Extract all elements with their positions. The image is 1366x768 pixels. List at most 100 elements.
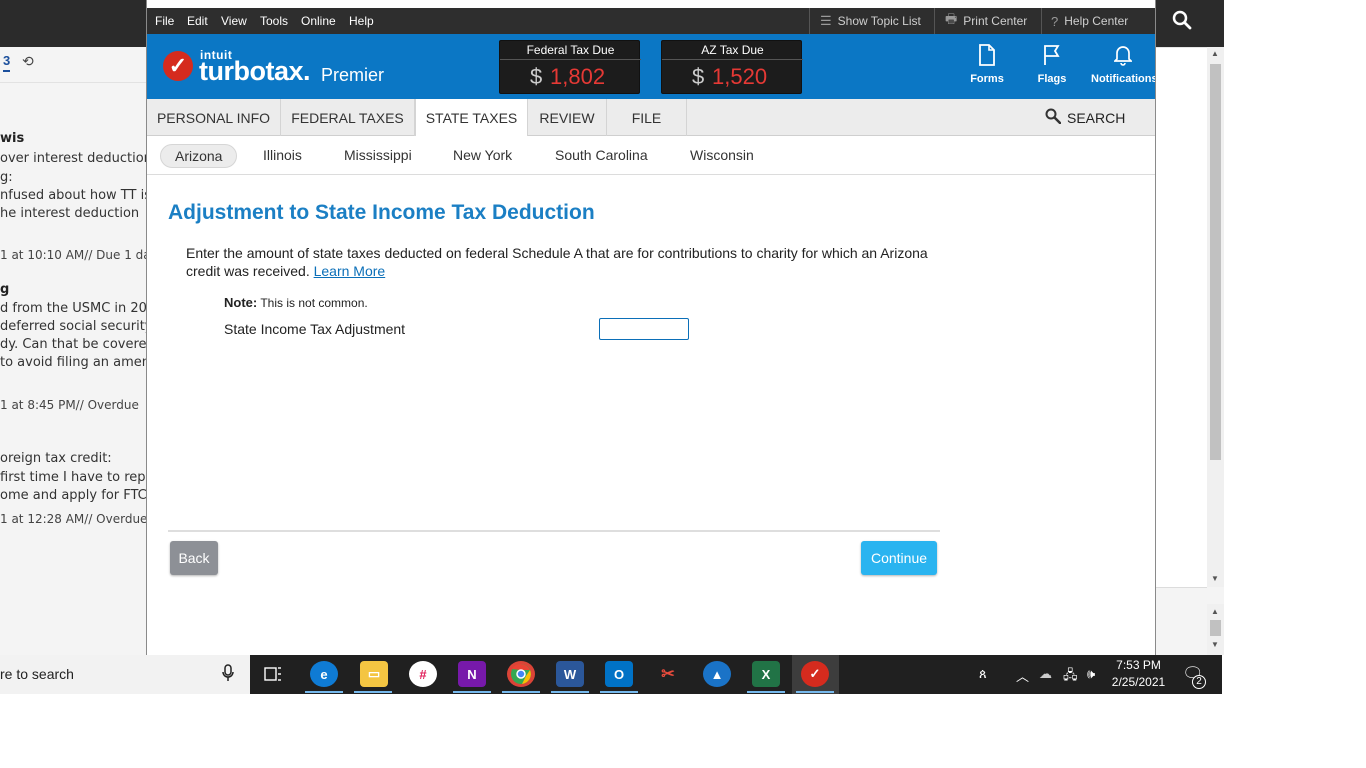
search-icon	[1045, 108, 1062, 127]
scroll-down-icon[interactable]: ▼	[1211, 640, 1219, 649]
volume-icon[interactable]: 🕪	[1087, 666, 1095, 682]
scroll-up-icon[interactable]: ▲	[1211, 607, 1219, 616]
note-label: Note:	[224, 295, 258, 310]
scroll-thumb[interactable]	[1210, 64, 1221, 460]
taskbar: re to search e ▭ # N W O ✂ ▲ X ✓ ጰ ︿ ☁ 🖧…	[0, 655, 1222, 694]
snip-icon[interactable]: ✂	[654, 661, 682, 687]
background-header	[0, 0, 147, 47]
network-icon[interactable]: 🖧	[1063, 666, 1078, 688]
search-label: SEARCH	[1067, 109, 1126, 126]
edge-icon[interactable]: e	[310, 661, 338, 687]
bg-item-title[interactable]: wis	[0, 131, 24, 146]
chrome-icon[interactable]	[507, 661, 535, 687]
microphone-icon[interactable]	[222, 664, 234, 686]
tab-personal-info[interactable]: PERSONAL INFO	[147, 99, 281, 136]
page-title: Adjustment to State Income Tax Deduction	[168, 201, 595, 224]
flags-button[interactable]: Flags	[1020, 44, 1084, 92]
print-center-button[interactable]: 🖶 Print Center	[945, 8, 1027, 34]
federal-tax-due[interactable]: Federal Tax Due $ 1,802	[499, 40, 641, 94]
state-tab-new-york[interactable]: New York	[453, 147, 512, 163]
list-icon: ☰	[820, 13, 832, 28]
main-nav: PERSONAL INFO FEDERAL TAXES STATE TAXES …	[147, 99, 1155, 137]
bg-item-line: over interest deduction	[0, 151, 147, 166]
active-indicator	[354, 691, 392, 693]
scrollbar[interactable]: ▲ ▼	[1207, 604, 1224, 655]
menu-separator	[809, 8, 810, 34]
app-icon[interactable]: ▲	[703, 661, 731, 687]
state-tax-due[interactable]: AZ Tax Due $ 1,520	[661, 40, 803, 94]
scroll-thumb[interactable]	[1210, 620, 1221, 636]
menu-help[interactable]: Help	[349, 14, 374, 28]
menu-edit[interactable]: Edit	[187, 14, 208, 28]
menu-separator	[1041, 8, 1042, 34]
state-tab-arizona[interactable]: Arizona	[160, 144, 238, 168]
bg-item-meta: 1 at 8:45 PM// Overdue	[0, 398, 139, 412]
chevron-up-icon[interactable]: ︿	[1016, 666, 1029, 685]
turbotax-icon[interactable]: ✓	[801, 661, 829, 687]
word-icon[interactable]: W	[556, 661, 584, 687]
slack-icon[interactable]: #	[409, 661, 437, 687]
bg-item-line: ome and apply for FTC. V	[0, 488, 147, 503]
active-indicator	[453, 691, 491, 693]
clock-time[interactable]: 7:53 PM	[1111, 658, 1166, 672]
state-income-tax-adjustment-input[interactable]	[599, 318, 689, 340]
federal-tax-label: Federal Tax Due	[526, 43, 615, 57]
bg-item-title[interactable]: g	[0, 282, 9, 297]
learn-more-link[interactable]: Learn More	[314, 263, 386, 279]
help-center-label: Help Center	[1064, 14, 1129, 28]
menu-file[interactable]: File	[155, 14, 174, 28]
bg-item-line: oreign tax credit:	[0, 451, 112, 466]
clock-date[interactable]: 2/25/2021	[1111, 675, 1166, 689]
divider	[500, 59, 641, 60]
tab-file[interactable]: FILE	[607, 99, 687, 136]
help-center-button[interactable]: ? Help Center	[1051, 8, 1128, 34]
state-tabs: Arizona Illinois Mississippi New York So…	[147, 136, 1155, 175]
flags-label: Flags	[1037, 73, 1067, 85]
taskbar-search-text: re to search	[0, 666, 74, 682]
menu-online[interactable]: Online	[301, 14, 336, 28]
people-icon[interactable]: ጰ	[979, 666, 987, 682]
scrollbar[interactable]: ▲ ▼	[1207, 47, 1224, 587]
history-icon[interactable]: ⟲	[22, 53, 34, 70]
state-tab-south-carolina[interactable]: South Carolina	[555, 147, 648, 163]
onenote-icon[interactable]: N	[458, 661, 486, 687]
forms-button[interactable]: Forms	[955, 44, 1019, 92]
search-icon[interactable]	[1172, 10, 1192, 36]
menu-separator	[934, 8, 935, 34]
taskbar-search[interactable]: re to search	[0, 655, 250, 694]
show-topic-list-button[interactable]: ☰ Show Topic List	[820, 8, 921, 34]
outlook-icon[interactable]: O	[605, 661, 633, 687]
edition-label: Premier	[321, 65, 385, 85]
instructions-text: Enter the amount of state taxes deducted…	[186, 245, 928, 279]
notifications-button[interactable]: Notifications	[1091, 44, 1155, 92]
tab-review[interactable]: REVIEW	[528, 99, 607, 136]
scroll-down-icon[interactable]: ▼	[1211, 574, 1219, 583]
tab-federal-taxes[interactable]: FEDERAL TAXES	[281, 99, 415, 136]
state-tab-illinois[interactable]: Illinois	[263, 147, 302, 163]
divider	[168, 530, 940, 532]
state-tab-mississippi[interactable]: Mississippi	[344, 147, 412, 163]
bell-icon	[1091, 44, 1155, 70]
active-indicator	[502, 691, 540, 693]
background-tab-count[interactable]: 3	[3, 53, 11, 72]
back-button[interactable]: Back	[170, 541, 218, 575]
cloud-sync-icon[interactable]: ☁	[1039, 666, 1052, 682]
show-topic-list-label: Show Topic List	[837, 14, 921, 28]
background-app: 3 ⟲ wis over interest deduction g: nfuse…	[0, 0, 147, 655]
file-explorer-icon[interactable]: ▭	[360, 661, 388, 687]
excel-icon[interactable]: X	[752, 661, 780, 687]
notifications-label: Notifications	[1091, 73, 1156, 85]
task-view-icon[interactable]	[259, 661, 287, 687]
note-text: This is not common.	[260, 296, 368, 310]
turbotax-window: File Edit View Tools Online Help ☰ Show …	[146, 0, 1156, 655]
tab-state-taxes[interactable]: STATE TAXES	[415, 99, 528, 137]
bg-item-meta: 1 at 10:10 AM// Due 1 day	[0, 248, 147, 262]
menu-tools[interactable]: Tools	[260, 14, 288, 28]
state-tab-wisconsin[interactable]: Wisconsin	[690, 147, 754, 163]
bg-item-meta: 1 at 12:28 AM// Overdue	[0, 512, 147, 526]
screen: 3 ⟲ wis over interest deduction g: nfuse…	[0, 0, 1366, 768]
continue-button[interactable]: Continue	[861, 541, 937, 575]
menu-view[interactable]: View	[221, 14, 247, 28]
scroll-up-icon[interactable]: ▲	[1211, 49, 1219, 58]
search-button[interactable]: SEARCH	[1045, 99, 1125, 136]
